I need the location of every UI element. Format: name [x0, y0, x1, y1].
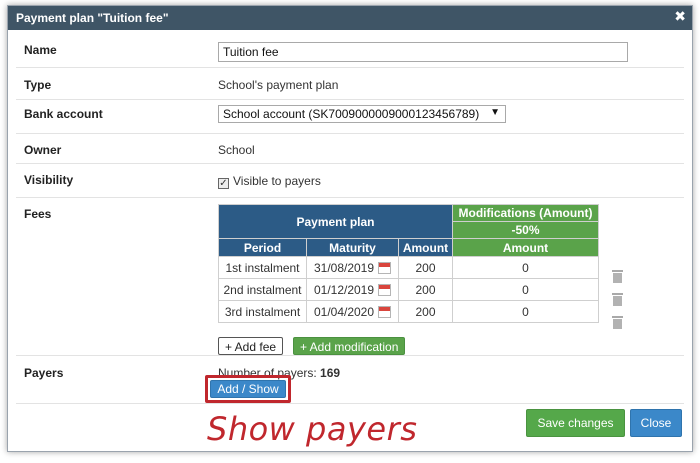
- trash-icon[interactable]: [612, 316, 623, 329]
- period-cell[interactable]: 3rd instalment: [218, 300, 307, 323]
- payment-plan-dialog: Payment plan "Tuition fee" ✖ Name Type S…: [7, 5, 693, 452]
- col-mod-amount: Amount: [452, 238, 599, 257]
- table-row: 3rd instalment 01/04/2020 200 0: [218, 300, 599, 323]
- maturity-cell[interactable]: 01/12/2019: [306, 278, 399, 301]
- name-input[interactable]: [218, 42, 628, 62]
- col-period: Period: [218, 238, 307, 257]
- visibility-control: ✓ Visible to payers: [218, 174, 321, 189]
- payers-label: Payers: [24, 366, 64, 380]
- mod-amount-cell[interactable]: 0: [452, 256, 599, 279]
- type-value: School's payment plan: [218, 78, 339, 92]
- fees-label: Fees: [24, 207, 52, 221]
- mod-amount-cell[interactable]: 0: [452, 278, 599, 301]
- bank-account-label: Bank account: [24, 107, 103, 121]
- calendar-icon[interactable]: [378, 261, 392, 274]
- table-row: 2nd instalment 01/12/2019 200 0: [218, 278, 599, 301]
- visibility-value: Visible to payers: [233, 174, 321, 188]
- dialog-title: Payment plan "Tuition fee": [16, 11, 169, 25]
- payers-row: Payers Number of payers: 169: [16, 356, 684, 404]
- mod-amount-cell[interactable]: 0: [452, 300, 599, 323]
- visibility-row: Visibility ✓ Visible to payers: [16, 164, 684, 198]
- fees-row: Fees Payment plan Modifications (Amount)…: [16, 198, 684, 356]
- visibility-label: Visibility: [24, 173, 74, 187]
- owner-row: Owner School: [16, 134, 684, 164]
- header-modifications: Modifications (Amount): [452, 204, 599, 222]
- add-show-payers-button[interactable]: Add / Show: [210, 380, 286, 398]
- calendar-icon[interactable]: [378, 305, 392, 318]
- name-label: Name: [24, 43, 57, 57]
- period-cell[interactable]: 2nd instalment: [218, 278, 307, 301]
- close-button[interactable]: Close: [630, 409, 682, 437]
- chevron-down-icon: ▼: [490, 107, 500, 118]
- trash-icon[interactable]: [612, 293, 623, 306]
- type-row: Type School's payment plan: [16, 68, 684, 100]
- close-icon[interactable]: ✖: [674, 9, 686, 23]
- calendar-icon[interactable]: [378, 283, 392, 296]
- annotation-text: Show payers: [207, 410, 418, 448]
- col-amount: Amount: [398, 238, 453, 257]
- maturity-cell[interactable]: 01/04/2020: [306, 300, 399, 323]
- amount-cell[interactable]: 200: [398, 256, 453, 279]
- payers-count: 169: [320, 366, 341, 380]
- period-cell[interactable]: 1st instalment: [218, 256, 307, 279]
- table-row: 1st instalment 31/08/2019 200 0: [218, 256, 599, 279]
- bank-account-row: Bank account School account (SK700900000…: [16, 100, 684, 134]
- bank-account-select[interactable]: School account (SK7009000009000123456789…: [218, 105, 506, 123]
- save-changes-button[interactable]: Save changes: [526, 409, 625, 437]
- owner-label: Owner: [24, 143, 62, 157]
- maturity-value: 01/12/2019: [313, 282, 375, 297]
- maturity-value: 31/08/2019: [313, 260, 375, 275]
- add-fee-button[interactable]: + Add fee: [218, 337, 284, 355]
- visible-to-payers-checkbox[interactable]: ✓: [218, 178, 229, 189]
- bank-account-value: School account (SK7009000009000123456789…: [223, 107, 480, 121]
- dialog-titlebar: Payment plan "Tuition fee" ✖: [8, 6, 692, 30]
- maturity-cell[interactable]: 31/08/2019: [306, 256, 399, 279]
- col-maturity: Maturity: [306, 238, 399, 257]
- amount-cell[interactable]: 200: [398, 278, 453, 301]
- amount-cell[interactable]: 200: [398, 300, 453, 323]
- header-modification-value[interactable]: -50%: [452, 221, 599, 239]
- name-row: Name: [16, 36, 684, 68]
- maturity-value: 01/04/2020: [313, 304, 375, 319]
- add-modification-button[interactable]: + Add modification: [293, 337, 406, 355]
- owner-value: School: [218, 143, 255, 157]
- trash-icon[interactable]: [612, 270, 623, 283]
- header-payment-plan: Payment plan: [218, 204, 453, 239]
- type-label: Type: [24, 78, 52, 92]
- fees-table: Payment plan Modifications (Amount) -50%…: [218, 204, 599, 323]
